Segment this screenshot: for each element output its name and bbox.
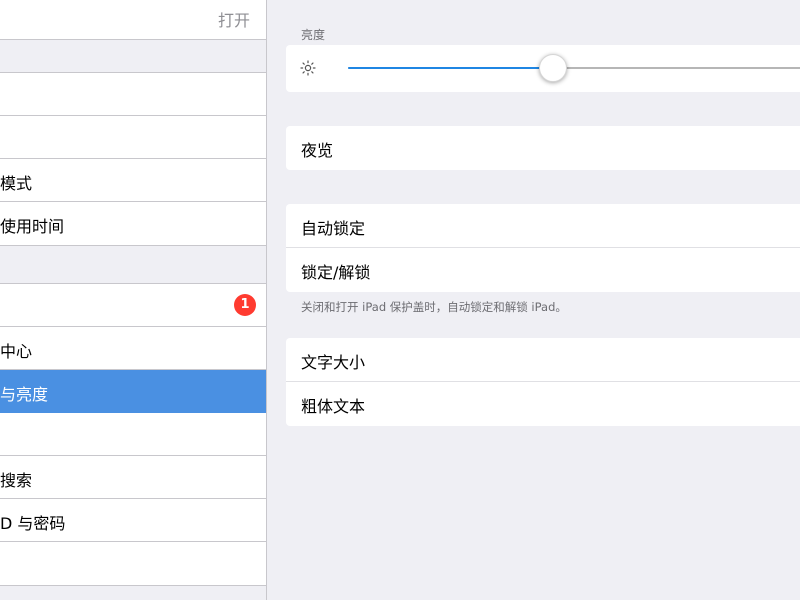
text-card: 文字大小 粗体文本: [286, 338, 800, 426]
sidebar-item-display-brightness[interactable]: 与亮度: [0, 370, 266, 413]
lock-unlock-row[interactable]: 锁定/解锁: [286, 248, 800, 292]
night-shift-card: 夜览: [286, 126, 800, 170]
sidebar-item-1[interactable]: [0, 73, 266, 116]
lock-card: 自动锁定 锁定/解锁: [286, 204, 800, 292]
sidebar-item-label: 中心: [0, 342, 33, 361]
sidebar-item-2[interactable]: [0, 116, 266, 159]
sidebar-top-value: 打开: [217, 11, 250, 30]
sidebar-group-2: 1 中心 与亮度 搜索 D 与密码: [0, 283, 266, 586]
auto-lock-row[interactable]: 自动锁定: [286, 204, 800, 248]
brightness-slider-thumb[interactable]: [539, 54, 567, 82]
sun-icon: [300, 60, 316, 76]
sidebar-group-1: 模式 使用时间: [0, 72, 266, 246]
bold-text-row[interactable]: 粗体文本: [286, 382, 800, 426]
lock-unlock-note: 关闭和打开 iPad 保护盖时，自动锁定和解锁 iPad。: [301, 300, 567, 314]
lock-unlock-label: 锁定/解锁: [301, 263, 371, 282]
sidebar-item-touch-id-passcode[interactable]: D 与密码: [0, 499, 266, 542]
sidebar-item-mode[interactable]: 模式: [0, 159, 266, 202]
sidebar-item-battery[interactable]: [0, 542, 266, 585]
settings-sidebar: 打开 模式 使用时间 1 中心 与亮度 搜索 D 与密码: [0, 0, 267, 600]
sidebar-item-wallpaper[interactable]: [0, 413, 266, 456]
sidebar-item-label: 模式: [0, 174, 33, 193]
auto-lock-label: 自动锁定: [301, 219, 366, 238]
display-brightness-pane: 亮度 夜览 自动锁定 锁定/解锁 关闭和打开 iPad 保护盖时，自动锁定和解锁…: [267, 0, 800, 600]
sidebar-item-label: 使用时间: [0, 217, 65, 236]
sidebar-item-general[interactable]: 1: [0, 284, 266, 327]
sidebar-item-label: 搜索: [0, 471, 33, 490]
brightness-slider-fill: [348, 67, 553, 69]
sidebar-item-siri-search[interactable]: 搜索: [0, 456, 266, 499]
brightness-card: [286, 45, 800, 92]
night-shift-label: 夜览: [301, 141, 334, 160]
brightness-section-header: 亮度: [301, 28, 326, 42]
sidebar-item-label: 与亮度: [0, 385, 49, 404]
text-size-label: 文字大小: [301, 353, 366, 372]
sidebar-item-screen-time[interactable]: 使用时间: [0, 202, 266, 245]
night-shift-row[interactable]: 夜览: [286, 126, 800, 170]
notification-badge: 1: [234, 294, 256, 316]
bold-text-label: 粗体文本: [301, 397, 366, 416]
text-size-row[interactable]: 文字大小: [286, 338, 800, 382]
sidebar-item-label: D 与密码: [0, 514, 66, 533]
sidebar-top-row[interactable]: 打开: [0, 0, 266, 40]
sidebar-item-control-center[interactable]: 中心: [0, 327, 266, 370]
